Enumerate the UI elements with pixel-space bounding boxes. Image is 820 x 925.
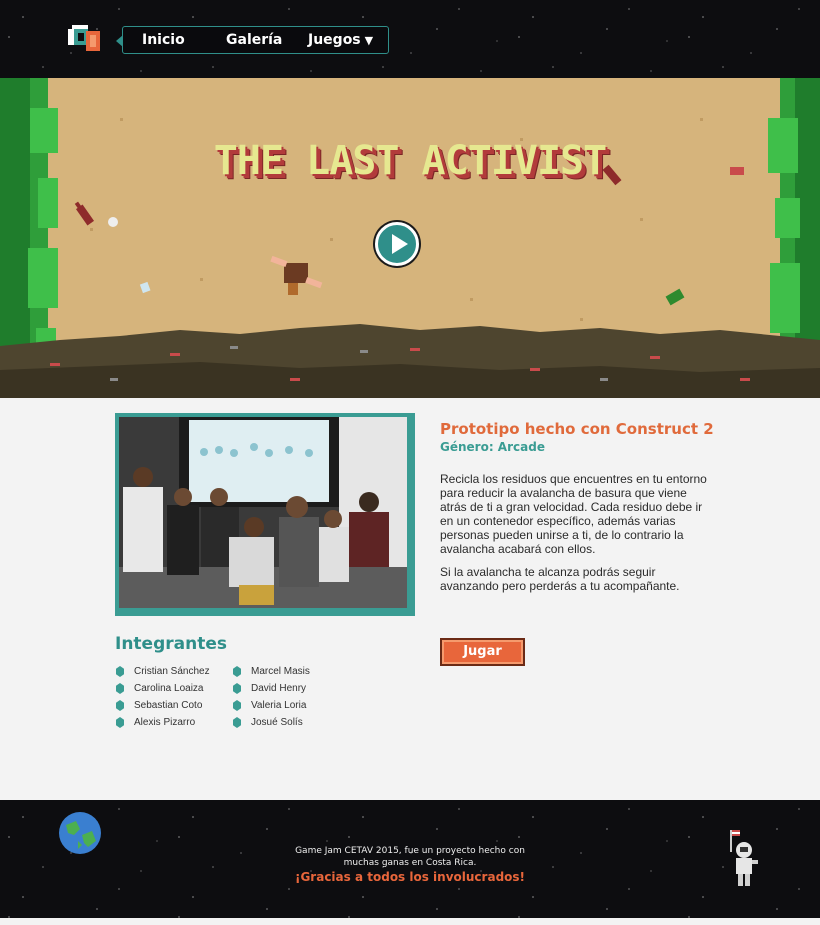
site-footer: Game Jam CETAV 2015, fue un proyecto hec… xyxy=(0,800,820,918)
member-name: Valeria Loria xyxy=(251,700,307,711)
team-photo-image xyxy=(119,417,407,608)
site-logo-icon[interactable] xyxy=(68,25,102,53)
list-item: Josué Solís xyxy=(233,714,310,731)
play-icon[interactable] xyxy=(375,222,419,266)
nav-item-juegos-label: Juegos xyxy=(308,32,361,48)
earth-icon xyxy=(59,812,101,854)
footer-credits: Game Jam CETAV 2015, fue un proyecto hec… xyxy=(270,845,550,869)
members-list-col2: Marcel Masis David Henry Valeria Loria J… xyxy=(233,663,310,731)
member-name: Cristian Sánchez xyxy=(134,666,210,677)
member-name: Josué Solís xyxy=(251,717,303,728)
gem-icon xyxy=(233,666,241,677)
member-name: Marcel Masis xyxy=(251,666,310,677)
game-title: THE LAST ACTIVIST xyxy=(213,138,607,184)
nav-item-galeria[interactable]: Galería xyxy=(226,32,282,48)
gem-icon xyxy=(233,700,241,711)
footer-thanks: ¡Gracias a todos los involucrados! xyxy=(294,870,526,884)
members-list-col1: Cristian Sánchez Carolina Loaiza Sebasti… xyxy=(116,663,210,731)
team-photo xyxy=(119,417,407,608)
gem-icon xyxy=(233,683,241,694)
list-item: Marcel Masis xyxy=(233,663,310,680)
member-name: Carolina Loaiza xyxy=(134,683,204,694)
list-item: Carolina Loaiza xyxy=(116,680,210,697)
members-heading: Integrantes xyxy=(115,634,227,654)
footer-line-1: Game Jam CETAV 2015, fue un proyecto hec… xyxy=(295,846,525,856)
list-item: Valeria Loria xyxy=(233,697,310,714)
list-item: David Henry xyxy=(233,680,310,697)
gem-icon xyxy=(116,666,124,677)
member-name: David Henry xyxy=(251,683,307,694)
info-title: Prototipo hecho con Construct 2 xyxy=(440,420,714,438)
footer-line-2: muchas ganas en Costa Rica. xyxy=(343,858,477,868)
nav-item-juegos[interactable]: Juegos ▼ xyxy=(308,32,373,48)
gem-icon xyxy=(116,683,124,694)
astronaut-icon xyxy=(730,830,758,886)
main-nav: Inicio Galería Juegos ▼ xyxy=(116,26,389,54)
nav-item-inicio[interactable]: Inicio xyxy=(142,32,185,48)
team-photo-frame xyxy=(115,413,415,616)
member-name: Alexis Pizarro xyxy=(134,717,196,728)
description-paragraph: Recicla los residuos que encuentres en t… xyxy=(440,472,707,556)
list-item: Sebastian Coto xyxy=(116,697,210,714)
chevron-down-icon: ▼ xyxy=(364,34,374,47)
list-item: Cristian Sánchez xyxy=(116,663,210,680)
gem-icon xyxy=(116,700,124,711)
page-bottom-strip xyxy=(0,918,820,925)
member-name: Sebastian Coto xyxy=(134,700,203,711)
game-hero-banner: THE LAST ACTIVIST xyxy=(0,78,820,398)
genre-label: Género: Arcade xyxy=(440,440,545,454)
site-header: Inicio Galería Juegos ▼ xyxy=(0,0,820,78)
play-game-button[interactable]: Jugar xyxy=(440,638,525,666)
gem-icon xyxy=(116,717,124,728)
list-item: Alexis Pizarro xyxy=(116,714,210,731)
gem-icon xyxy=(233,717,241,728)
description-paragraph-secondary: Si la avalancha te alcanza podrás seguir… xyxy=(440,565,680,593)
